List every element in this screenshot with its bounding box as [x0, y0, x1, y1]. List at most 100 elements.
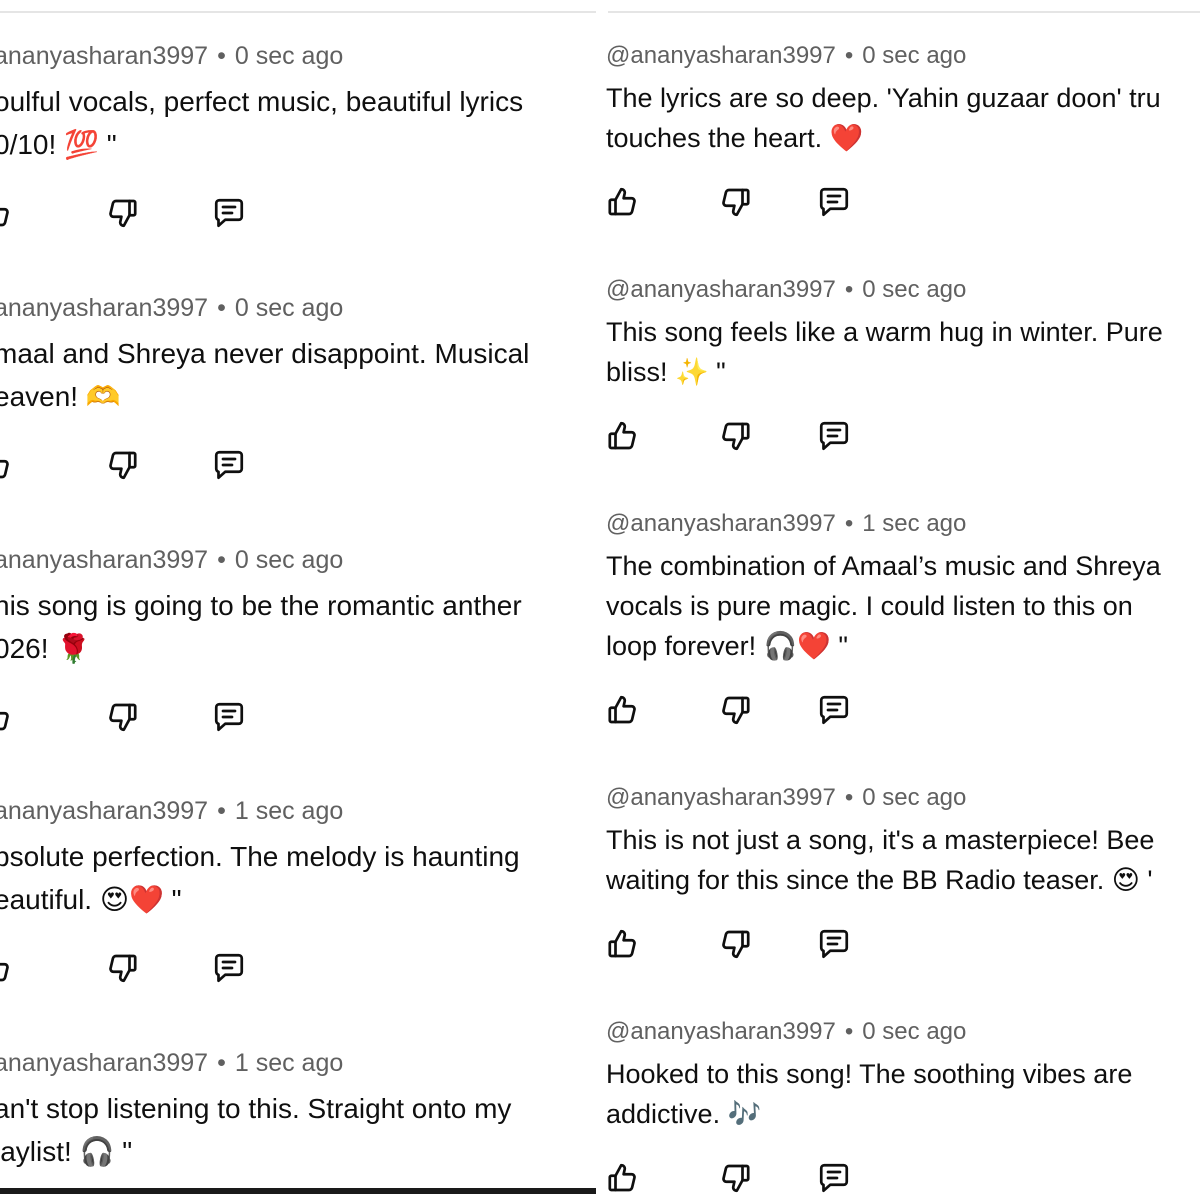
thumbs-up-icon	[0, 207, 9, 227]
comment-text: This is not just a song, it's a masterpi…	[606, 820, 1154, 900]
comment-meta: ananyasharan3997 • 0 sec ago	[0, 546, 343, 575]
comment-actions	[598, 418, 1200, 458]
comment-username[interactable]: @ananyasharan3997	[606, 510, 836, 537]
reply-button[interactable]	[816, 184, 852, 220]
comment-line: his song is going to be the romantic ant…	[0, 590, 522, 621]
comment-actions	[598, 184, 1200, 224]
reply-button[interactable]	[211, 699, 247, 735]
comment-actions	[598, 1160, 1200, 1200]
dislike-button[interactable]	[104, 195, 140, 231]
thumbs-down-icon	[722, 1164, 750, 1193]
comment-icon	[819, 1163, 849, 1193]
comment-time: 0 sec ago	[234, 294, 344, 322]
reply-button[interactable]	[816, 1160, 852, 1196]
thumbs-down-icon	[722, 696, 750, 725]
dislike-button[interactable]	[717, 926, 753, 962]
comment-meta: ananyasharan3997 • 0 sec ago	[0, 294, 343, 323]
like-button[interactable]	[605, 926, 641, 962]
thumbs-down-icon	[109, 703, 137, 732]
comment-time: 1 sec ago	[862, 510, 967, 537]
reply-button[interactable]	[816, 926, 852, 962]
thumbs-up-icon	[608, 695, 636, 724]
comment-username[interactable]: ananyasharan3997	[0, 42, 208, 70]
comment-username[interactable]: @ananyasharan3997	[606, 42, 836, 69]
comment-username[interactable]: ananyasharan3997	[0, 1049, 208, 1077]
comment-meta: @ananyasharan3997 • 0 sec ago	[606, 1018, 967, 1045]
comment-line: laylist! 🎧 "	[0, 1136, 133, 1167]
comment-icon	[214, 450, 244, 480]
comment-line: 0/10! 💯 "	[0, 129, 117, 160]
comment-username[interactable]: @ananyasharan3997	[606, 276, 836, 303]
comment-time: 0 sec ago	[234, 42, 344, 70]
thumbs-up-icon	[608, 421, 636, 450]
dislike-button[interactable]	[104, 447, 140, 483]
comment-icon	[214, 953, 244, 983]
like-button[interactable]	[605, 418, 641, 454]
comment-username[interactable]: ananyasharan3997	[0, 546, 208, 574]
comment-icon	[214, 198, 244, 228]
dislike-button[interactable]	[717, 184, 753, 220]
comment-text: his song is going to be the romantic ant…	[0, 584, 522, 670]
comment-line: eautiful. 😍❤️ "	[0, 884, 182, 915]
comment-actions	[0, 950, 596, 990]
comment-username[interactable]: ananyasharan3997	[0, 294, 208, 322]
dislike-button[interactable]	[717, 418, 753, 454]
comment-line: eaven! 🫶	[0, 381, 121, 412]
comment-line: bliss! ✨ "	[606, 357, 726, 387]
comment-meta: ananyasharan3997 • 0 sec ago	[0, 42, 343, 71]
comment-line: bsolute perfection. The melody is haunti…	[0, 841, 520, 872]
comment-icon	[819, 929, 849, 959]
dislike-button[interactable]	[717, 692, 753, 728]
dislike-button[interactable]	[717, 1160, 753, 1196]
comment-actions	[598, 926, 1200, 966]
like-button[interactable]	[605, 184, 641, 220]
comment-line: oulful vocals, perfect music, beautiful …	[0, 86, 524, 117]
comment-actions	[0, 699, 596, 739]
comment-icon	[819, 695, 849, 725]
top-divider	[608, 11, 1200, 13]
comment-time: 1 sec ago	[234, 797, 344, 825]
comment-meta: ananyasharan3997 • 1 sec ago	[0, 797, 343, 826]
comment-line: touches the heart. ❤️	[606, 123, 864, 153]
comment-meta: @ananyasharan3997 • 1 sec ago	[606, 510, 967, 537]
thumbs-down-icon	[722, 930, 750, 959]
dislike-button[interactable]	[104, 950, 140, 986]
comment-text: The lyrics are so deep. 'Yahin guzaar do…	[606, 78, 1161, 158]
thumbs-down-icon	[722, 422, 750, 451]
like-button[interactable]	[605, 1160, 641, 1196]
reply-button[interactable]	[211, 447, 247, 483]
comment-line: Hooked to this song! The soothing vibes …	[606, 1059, 1133, 1089]
comment-meta: @ananyasharan3997 • 0 sec ago	[606, 276, 967, 303]
comment-line: The lyrics are so deep. 'Yahin guzaar do…	[606, 83, 1161, 113]
comment-line: an't stop listening to this. Straight on…	[0, 1093, 512, 1124]
thumbs-down-icon	[109, 451, 137, 480]
comment-text: The combination of Amaal’s music and Shr…	[606, 546, 1161, 666]
like-button[interactable]	[0, 195, 14, 231]
comment-line: loop forever! 🎧❤️ "	[606, 631, 848, 661]
comment-username[interactable]: @ananyasharan3997	[606, 1018, 836, 1045]
comment-time: 1 sec ago	[234, 1049, 344, 1077]
comment-actions	[598, 692, 1200, 732]
reply-button[interactable]	[816, 692, 852, 728]
comment-line: 026! 🌹	[0, 633, 92, 664]
comment-time: 0 sec ago	[234, 546, 344, 574]
like-button[interactable]	[0, 447, 14, 483]
comment-username[interactable]: ananyasharan3997	[0, 797, 208, 825]
comment-line: vocals is pure magic. I could listen to …	[606, 591, 1133, 621]
reply-button[interactable]	[816, 418, 852, 454]
comment-time: 0 sec ago	[862, 1018, 967, 1045]
comment-text: bsolute perfection. The melody is haunti…	[0, 835, 520, 921]
comment-icon	[214, 702, 244, 732]
comment-line: waiting for this since the BB Radio teas…	[606, 865, 1153, 895]
reply-button[interactable]	[211, 950, 247, 986]
comment-username[interactable]: @ananyasharan3997	[606, 784, 836, 811]
like-button[interactable]	[605, 692, 641, 728]
comment-icon	[819, 421, 849, 451]
thumbs-up-icon	[0, 459, 9, 479]
comment-line: maal and Shreya never disappoint. Musica…	[0, 338, 530, 369]
like-button[interactable]	[0, 950, 14, 986]
like-button[interactable]	[0, 699, 14, 735]
dislike-button[interactable]	[104, 699, 140, 735]
thumbs-up-icon	[0, 711, 9, 731]
reply-button[interactable]	[211, 195, 247, 231]
